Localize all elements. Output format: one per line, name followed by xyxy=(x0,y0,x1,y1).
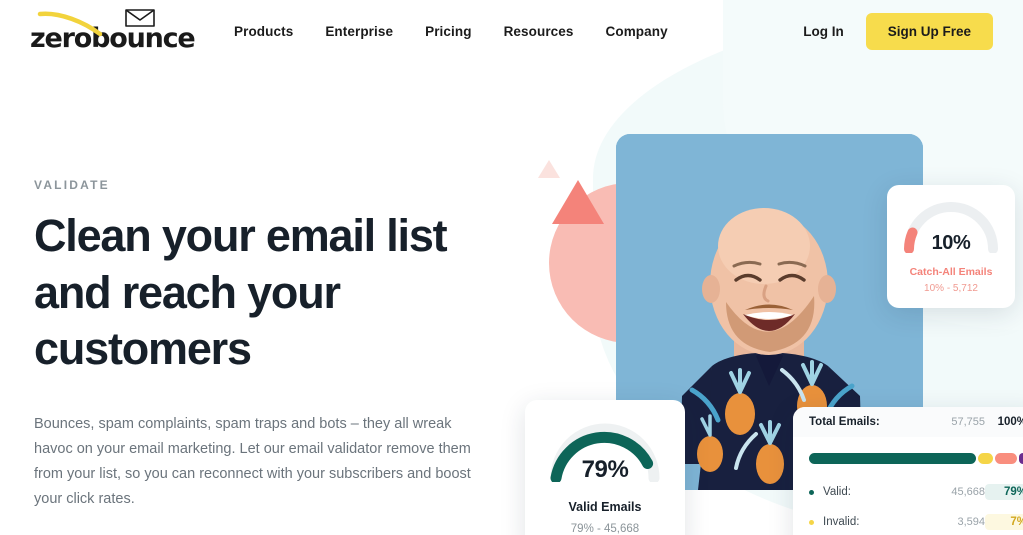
bar-segment-invalid xyxy=(978,453,994,464)
total-emails-percent: 100% xyxy=(997,416,1023,428)
row-count-valid: 45,668 xyxy=(951,486,985,498)
catch-all-sub: 10% - 5,712 xyxy=(924,283,978,294)
row-label-valid: Valid: xyxy=(823,486,851,498)
sign-up-free-button[interactable]: Sign Up Free xyxy=(865,12,993,50)
total-emails-label: Total Emails: xyxy=(809,416,880,428)
total-emails-stats-panel: Total Emails: 57,755 100% Valid: 45,668 … xyxy=(793,407,1023,535)
row-percent-invalid: 7% xyxy=(985,514,1023,530)
table-row: Valid: 45,668 79% xyxy=(793,477,1023,507)
distribution-bar xyxy=(809,453,1023,464)
valid-emails-value: 79% xyxy=(581,456,629,483)
catch-all-value: 10% xyxy=(931,232,971,254)
catch-all-emails-card: 10% Catch-All Emails 10% - 5,712 xyxy=(887,185,1015,308)
catch-all-gauge: 10% xyxy=(899,197,1003,254)
nav-item-company[interactable]: Company xyxy=(606,24,668,39)
main-navigation: Products Enterprise Pricing Resources Co… xyxy=(234,24,668,39)
hero-eyebrow: VALIDATE xyxy=(34,178,110,192)
total-emails-count: 57,755 xyxy=(951,416,985,428)
logo-swoosh-icon xyxy=(37,11,103,37)
login-link[interactable]: Log In xyxy=(803,24,844,39)
legend-dot-valid xyxy=(809,489,814,495)
envelope-icon xyxy=(125,9,155,27)
table-row: Invalid: 3,594 7% xyxy=(793,507,1023,535)
hero-copy: VALIDATE Clean your email list and reach… xyxy=(34,178,504,512)
nav-item-enterprise[interactable]: Enterprise xyxy=(325,24,393,39)
row-count-invalid: 3,594 xyxy=(957,516,985,528)
site-header: zerobounce Products Enterprise Pricing R… xyxy=(0,0,1023,62)
nav-item-resources[interactable]: Resources xyxy=(504,24,574,39)
bar-segment-unknown xyxy=(1018,453,1023,464)
valid-emails-label: Valid Emails xyxy=(568,500,642,514)
decorative-triangle-small xyxy=(538,160,560,178)
hero-subcopy: Bounces, spam complaints, spam traps and… xyxy=(34,416,471,507)
header-actions: Log In Sign Up Free xyxy=(803,12,993,50)
valid-emails-gauge: 79% xyxy=(545,418,665,484)
logo[interactable]: zerobounce xyxy=(30,8,196,54)
stats-header-row: Total Emails: 57,755 100% xyxy=(793,407,1023,437)
valid-emails-sub: 79% - 45,668 xyxy=(570,523,640,535)
page-title: Clean your email list and reach your cus… xyxy=(34,210,448,375)
bar-segment-valid xyxy=(809,453,977,464)
valid-emails-card: 79% Valid Emails 79% - 45,668 xyxy=(525,400,685,535)
bar-segment-catch-all xyxy=(995,453,1017,464)
row-percent-valid: 79% xyxy=(985,484,1023,500)
legend-dot-invalid xyxy=(809,519,814,525)
decorative-triangle-large xyxy=(552,180,604,224)
nav-item-products[interactable]: Products xyxy=(234,24,293,39)
nav-item-pricing[interactable]: Pricing xyxy=(425,24,471,39)
row-label-invalid: Invalid: xyxy=(823,516,860,528)
catch-all-label: Catch-All Emails xyxy=(909,266,993,278)
